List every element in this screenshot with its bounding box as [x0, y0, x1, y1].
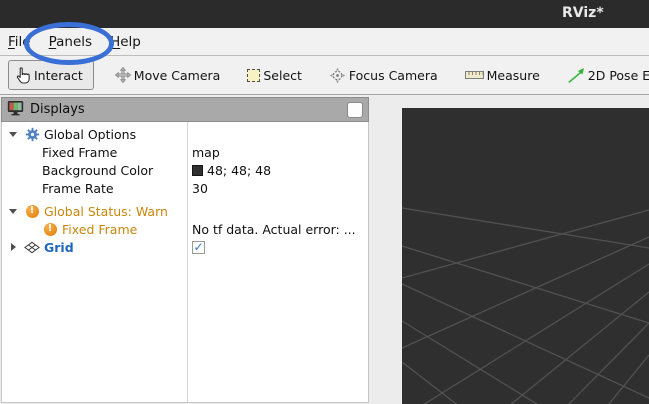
tool-label: Measure	[487, 68, 540, 83]
render-viewport[interactable]	[402, 108, 649, 404]
tool-label: Select	[263, 68, 302, 83]
expand-arrow-icon[interactable]	[6, 132, 20, 137]
menu-bar: File Panels Help	[0, 28, 649, 56]
move-camera-tool-button[interactable]: Move Camera	[115, 67, 221, 83]
menu-file[interactable]: File	[8, 31, 37, 53]
rviz-window: RViz* File Panels Help Interact	[0, 0, 649, 404]
row-value[interactable]: map	[187, 145, 220, 160]
toolbar: Interact Move Camera Select	[0, 56, 649, 95]
grid-icon	[24, 241, 40, 254]
interact-tool-button[interactable]: Interact	[8, 60, 94, 90]
collapse-arrow-icon[interactable]	[6, 243, 20, 251]
row-label: Background Color	[42, 163, 153, 178]
move-arrows-icon	[115, 67, 131, 83]
window-title: RViz*	[562, 5, 604, 21]
warning-icon: !	[26, 205, 39, 218]
menu-help[interactable]: Help	[110, 31, 147, 53]
panel-float-button[interactable]	[347, 102, 363, 118]
column-divider[interactable]	[187, 122, 188, 402]
displays-panel: Displays	[1, 97, 369, 403]
displays-panel-header[interactable]: Displays	[1, 97, 369, 122]
row-label: Global Options	[44, 127, 136, 142]
monitor-icon	[7, 100, 24, 120]
row-label: Global Status: Warn	[44, 204, 168, 219]
row-value: No tf data. Actual error: ...	[187, 222, 356, 237]
warning-icon: !	[44, 223, 57, 236]
tree-row-background-color[interactable]: Background Color 48; 48; 48	[2, 161, 368, 179]
tree-row-global-status[interactable]: ! Global Status: Warn	[2, 202, 368, 220]
row-value[interactable]: 30	[187, 181, 208, 196]
row-label: Fixed Frame	[42, 145, 117, 160]
gear-icon	[24, 127, 40, 142]
menu-panels[interactable]: Panels	[49, 31, 98, 53]
select-tool-button[interactable]: Select	[247, 68, 302, 83]
tree-row-fixed-frame[interactable]: Fixed Frame map	[2, 143, 368, 161]
row-value: 48; 48; 48	[207, 163, 271, 178]
measure-tool-button[interactable]: Measure	[465, 68, 540, 83]
color-swatch	[192, 165, 203, 176]
crosshair-icon	[329, 67, 346, 84]
green-arrow-icon	[567, 67, 585, 83]
row-label: Frame Rate	[42, 181, 114, 196]
tree-row-grid[interactable]: Grid ✓	[2, 238, 368, 256]
focus-camera-tool-button[interactable]: Focus Camera	[329, 67, 438, 84]
row-label: Fixed Frame	[62, 222, 137, 237]
tool-label: 2D Pose Esti	[588, 68, 649, 83]
main-area: Displays	[0, 96, 649, 404]
pose-estimate-tool-button[interactable]: 2D Pose Esti	[567, 67, 649, 83]
selection-box-icon	[247, 69, 260, 82]
displays-panel-title: Displays	[30, 102, 341, 117]
tool-label: Focus Camera	[349, 68, 438, 83]
tool-label: Interact	[34, 68, 83, 83]
expand-arrow-icon[interactable]	[6, 209, 20, 214]
grid-enabled-checkbox[interactable]: ✓	[192, 241, 205, 254]
tree-row-global-options[interactable]: Global Options	[2, 125, 368, 143]
title-bar: RViz*	[0, 0, 649, 28]
displays-tree: Global Options Fixed Frame map	[1, 122, 369, 403]
ruler-icon	[465, 71, 484, 79]
tool-label: Move Camera	[134, 68, 221, 83]
row-label: Grid	[44, 240, 74, 255]
hand-icon	[15, 67, 31, 84]
tree-row-fixed-frame-warning[interactable]: ! Fixed Frame No tf data. Actual error: …	[2, 220, 368, 238]
tree-row-frame-rate[interactable]: Frame Rate 30	[2, 179, 368, 197]
ground-grid	[402, 108, 649, 404]
